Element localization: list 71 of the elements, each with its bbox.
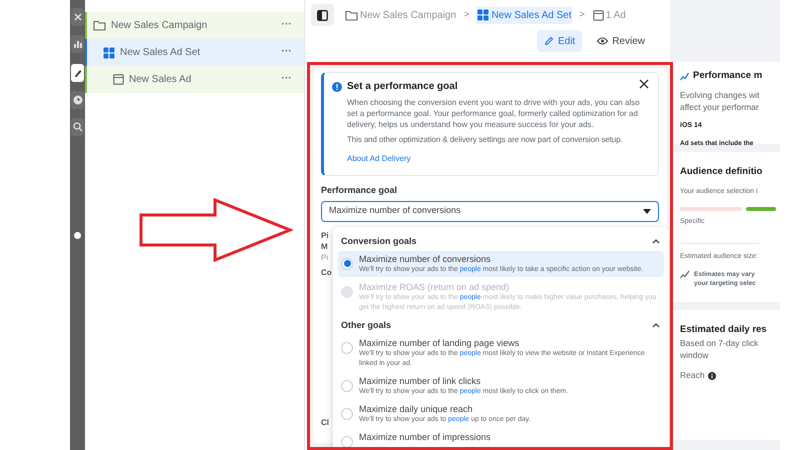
reach-label: Reach — [680, 369, 705, 382]
search-icon — [72, 121, 84, 133]
field-label: Co — [321, 266, 332, 278]
pencil-icon — [544, 36, 554, 46]
card-text: Evolving changes wit — [680, 89, 760, 102]
sidebar-icon — [317, 10, 328, 20]
performance-goal-select[interactable]: Maximize number of conversions — [321, 200, 659, 222]
radio-button[interactable] — [341, 408, 353, 420]
close-icon — [638, 78, 650, 90]
collapse-handle[interactable] — [74, 232, 81, 239]
chevron-icon — [652, 323, 660, 328]
option-title: Maximize number of conversions — [359, 252, 492, 264]
group-heading: Conversion goals — [341, 234, 417, 248]
bar-chart-icon — [72, 38, 84, 50]
collapse-button[interactable] — [652, 321, 661, 330]
info-icon — [332, 82, 342, 92]
trend-icon — [680, 270, 690, 279]
tree-item-label: New Sales Ad Set — [120, 46, 202, 60]
field-label: M — [321, 240, 328, 252]
grid-icon — [103, 46, 115, 58]
field-label: Performance goal — [321, 184, 398, 197]
trend-icon — [680, 72, 689, 81]
ad-frame-icon — [113, 74, 124, 85]
breadcrumb-separator: > — [579, 8, 585, 22]
field-label: Pi — [321, 230, 329, 240]
group-heading: Other goals — [341, 318, 392, 332]
chevron-icon — [652, 239, 660, 244]
card-title: Audience definitio — [680, 165, 764, 179]
edit-tab[interactable]: Edit — [536, 30, 582, 52]
search-button[interactable] — [71, 118, 84, 136]
option-title: Maximize number of landing page views — [359, 336, 520, 348]
pencil-button[interactable] — [71, 64, 84, 82]
breadcrumb-link[interactable]: New Sales Campaign — [344, 6, 458, 24]
breadcrumb-separator: > — [464, 8, 470, 22]
tree-item-label: New Sales Campaign — [111, 19, 208, 33]
breadcrumb-link[interactable]: New Sales Ad Set — [476, 6, 572, 24]
collapse-button[interactable] — [652, 237, 661, 246]
card-title: Performance m — [693, 69, 762, 83]
card-text: window — [680, 349, 710, 362]
about-link[interactable]: About Ad Delivery — [347, 154, 411, 163]
radio-button[interactable] — [341, 380, 353, 392]
card-text: affect your performar — [680, 101, 760, 114]
notice-text: When choosing the conversion event you want to drive with your ads, you can also set a performance goal. Your performance goal, formerly called optimization for ad delivery, helps us understand how you measure success for your ads. — [347, 97, 641, 130]
option-title: Maximize number of link clicks — [359, 374, 482, 386]
field-label: Cl — [321, 416, 329, 428]
bar-chart-button[interactable] — [71, 35, 84, 53]
radio-button[interactable] — [341, 436, 353, 447]
review-tab[interactable]: Review — [590, 30, 652, 52]
folder-icon — [345, 10, 358, 20]
ad-frame-icon — [592, 10, 604, 20]
close-button[interactable] — [638, 78, 650, 90]
eye-icon — [597, 37, 608, 45]
option-title: Maximize number of impressions — [359, 430, 492, 442]
notice-title: Set a performance goal — [347, 80, 458, 94]
close-icon — [72, 11, 84, 23]
notice-text: This and other optimization & delivery settings are now part of conversion setup. — [347, 134, 624, 145]
sidebar-toggle-button[interactable] — [311, 4, 334, 26]
option-title: Maximize daily unique reach — [359, 402, 474, 414]
field-label: Pi — [321, 252, 328, 262]
grid-icon — [477, 9, 490, 21]
option-title: Maximize ROAS (return on ad spend) — [359, 280, 510, 292]
card-title: Estimated daily res — [680, 323, 768, 337]
caret-icon — [643, 208, 651, 214]
tree-item-label: New Sales Ad — [129, 73, 192, 87]
card-text: Based on 7-day click — [680, 337, 760, 350]
info-icon — [708, 372, 716, 380]
folder-icon — [93, 20, 106, 31]
radio-button[interactable] — [341, 342, 353, 354]
breadcrumb-link[interactable]: 1 Ad — [592, 6, 627, 24]
clock-button[interactable] — [71, 91, 84, 109]
radio-button[interactable] — [341, 258, 353, 270]
